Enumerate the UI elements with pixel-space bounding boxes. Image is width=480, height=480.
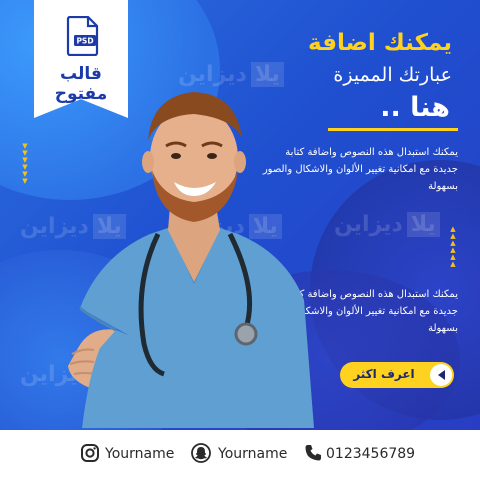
watermark-word: ديزاين bbox=[334, 212, 403, 237]
footer-bar: Yourname Yourname 0123456789 bbox=[0, 430, 480, 480]
watermark: ديزاينيلا bbox=[334, 212, 440, 237]
snapchat-icon[interactable] bbox=[191, 443, 211, 463]
phone-number[interactable]: 0123456789 bbox=[326, 446, 415, 462]
play-left-icon bbox=[430, 364, 452, 386]
watermark-badge: يلا bbox=[406, 212, 440, 237]
instagram-handle[interactable]: Yourname bbox=[105, 446, 174, 462]
learn-more-label: اعرف اكثر bbox=[353, 367, 415, 381]
poster: ديزاينيلا ديزاينيلا ديزاينيلا ديزاينيلا … bbox=[0, 0, 480, 480]
phone-icon[interactable] bbox=[303, 443, 323, 463]
chevron-decoration-icon: ▼ ▼ ▼ ▼ ▼ ▼ bbox=[22, 142, 28, 185]
psd-icon-text: PSD bbox=[76, 37, 93, 46]
learn-more-button[interactable]: اعرف اكثر bbox=[340, 362, 454, 388]
doctor-photo bbox=[68, 92, 314, 428]
psd-file-icon: PSD bbox=[66, 16, 99, 56]
chevron-decoration-icon: ▲ ▲ ▲ ▲ ▲ ▲ bbox=[450, 225, 456, 268]
headline-line2: عبارتك المميزة bbox=[333, 64, 452, 86]
headline-line1: يمكنك اضافة bbox=[308, 30, 452, 56]
snapchat-handle[interactable]: Yourname bbox=[218, 446, 287, 462]
headline-line3: هنا .. bbox=[380, 92, 450, 123]
instagram-icon[interactable] bbox=[80, 443, 100, 463]
headline-underline bbox=[328, 128, 458, 131]
